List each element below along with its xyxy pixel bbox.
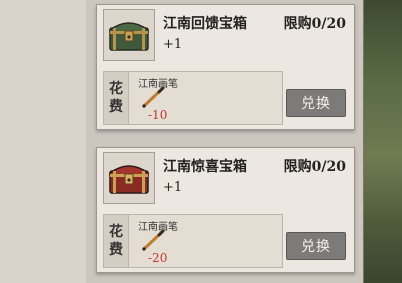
- cost-label: 花 费: [104, 215, 129, 267]
- cost-amount: -10: [148, 108, 168, 122]
- shop-item-card: 江南回馈宝箱 +1 限购0/20 花 费 江南画笔 -10 兑换: [96, 4, 355, 130]
- cost-box: 花 费 江南画笔 -10: [103, 71, 283, 125]
- purchase-limit: 限购0/20: [283, 16, 346, 32]
- paint-brush-icon: [142, 86, 165, 108]
- shop-item-card: 江南惊喜宝箱 +1 限购0/20 花 费 江南画笔 -20 兑换: [96, 147, 355, 273]
- exchange-button[interactable]: 兑换: [286, 232, 346, 260]
- item-quantity: +1: [163, 180, 183, 195]
- left-rail: [0, 0, 93, 283]
- shop-panel: 江南回馈宝箱 +1 限购0/20 花 费 江南画笔 -10 兑换 江南惊喜宝箱 …: [86, 0, 363, 283]
- exchange-button[interactable]: 兑换: [286, 89, 346, 117]
- purchase-limit: 限购0/20: [283, 159, 346, 175]
- cost-box: 花 费 江南画笔 -20: [103, 214, 283, 268]
- item-name: 江南回馈宝箱: [163, 16, 247, 32]
- scenery-edge: [364, 0, 402, 283]
- item-icon-box[interactable]: [103, 152, 155, 204]
- item-quantity: +1: [163, 37, 183, 52]
- paint-brush-icon: [142, 229, 165, 251]
- item-icon-box[interactable]: [103, 9, 155, 61]
- red-treasure-chest-icon: [109, 165, 149, 194]
- green-treasure-chest-icon: [109, 22, 149, 51]
- cost-amount: -20: [148, 251, 168, 265]
- item-name: 江南惊喜宝箱: [163, 159, 247, 175]
- cost-label: 花 费: [104, 72, 129, 124]
